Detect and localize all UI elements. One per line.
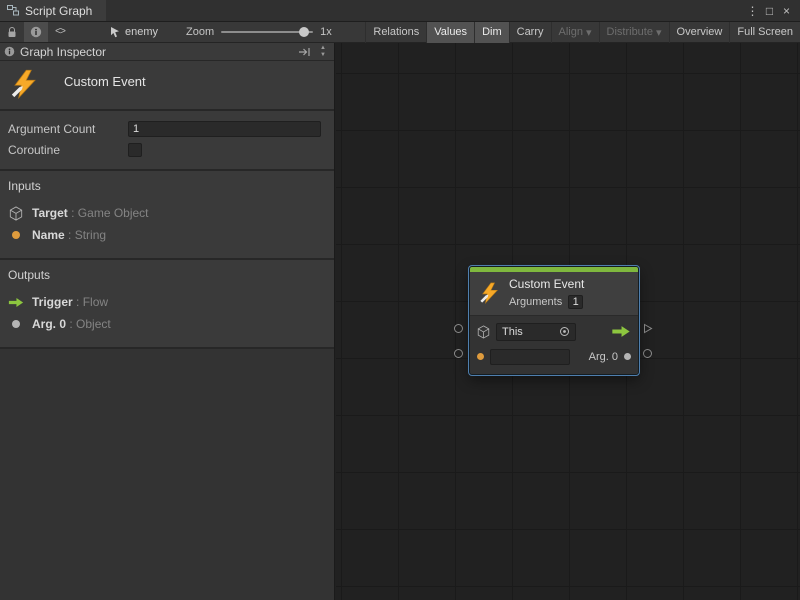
zoom-slider[interactable]	[221, 31, 313, 33]
arguments-label: Arguments	[509, 296, 562, 308]
node-header[interactable]: Custom Event Arguments 1	[470, 272, 638, 315]
graph-inspector-panel: Graph Inspector ▲ ▼ Custom Event Argumen…	[0, 43, 335, 600]
argument-count-input[interactable]	[128, 121, 321, 137]
flow-arrow-icon	[611, 325, 631, 338]
overview-button[interactable]: Overview	[669, 22, 730, 43]
target-dropdown-value: This	[502, 326, 559, 338]
port-name: Target	[32, 206, 68, 220]
align-dropdown[interactable]: Align▾	[551, 22, 599, 43]
info-icon	[4, 46, 15, 57]
graph-ref-label: enemy	[125, 26, 158, 38]
script-graph-icon	[7, 5, 19, 16]
outputs-section: Outputs Trigger : Flow Arg. 0 : Object	[0, 260, 334, 349]
scroll-spinner: ▲ ▼	[316, 45, 330, 59]
port-name: Trigger	[32, 295, 73, 309]
object-port-icon	[624, 353, 631, 360]
port-type: : Game Object	[71, 206, 148, 220]
node-row-target: This	[477, 322, 631, 341]
lock-icon[interactable]	[0, 22, 24, 42]
graph-reference[interactable]: enemy	[102, 26, 166, 38]
zoom-slider-knob[interactable]	[299, 27, 309, 37]
port-name: Arg. 0	[32, 317, 66, 331]
inputs-header: Inputs	[8, 179, 326, 193]
toolbar: <> enemy Zoom 1x Relations Values Dim Ca…	[0, 22, 800, 43]
unit-title-section: Custom Event	[0, 61, 334, 111]
argument-count-row: Argument Count	[8, 118, 321, 139]
arguments-count-field[interactable]: 1	[568, 295, 583, 309]
relations-button[interactable]: Relations	[365, 22, 426, 43]
distribute-dropdown[interactable]: Distribute▾	[599, 22, 669, 43]
scroll-up-icon[interactable]: ▲	[320, 45, 326, 52]
close-icon[interactable]: ×	[778, 2, 795, 19]
value-port-icon	[8, 231, 24, 239]
titlebar: Script Graph ⋮ □ ×	[0, 0, 800, 22]
input-row-name: Name : String	[8, 224, 326, 246]
cube-icon	[477, 325, 490, 339]
port-type: : Flow	[76, 295, 108, 309]
arg0-label: Arg. 0	[589, 351, 618, 363]
carry-button[interactable]: Carry	[509, 22, 551, 43]
values-button[interactable]: Values	[426, 22, 474, 43]
node-row-arg0: Arg. 0	[477, 347, 631, 366]
chevron-down-icon: ▾	[586, 26, 592, 39]
custom-event-node[interactable]: Custom Event Arguments 1 This	[469, 266, 639, 375]
scroll-down-icon[interactable]: ▼	[320, 52, 326, 59]
outputs-header: Outputs	[8, 268, 326, 282]
target-dropdown[interactable]: This	[496, 323, 576, 341]
inspector-title: Graph Inspector	[20, 45, 106, 59]
port-name: Name	[32, 228, 65, 242]
inspector-header: Graph Inspector ▲ ▼	[0, 43, 334, 61]
coroutine-checkbox[interactable]	[128, 143, 142, 157]
output-row-arg0: Arg. 0 : Object	[8, 313, 326, 335]
pointer-icon	[110, 27, 120, 38]
arg0-output-port[interactable]	[643, 349, 652, 358]
object-port-icon	[8, 320, 24, 328]
coroutine-label: Coroutine	[8, 143, 128, 157]
toolbar-buttons: Relations Values Dim Carry Align▾ Distri…	[365, 22, 800, 43]
cube-icon	[8, 206, 24, 221]
coroutine-row: Coroutine	[8, 139, 321, 160]
node-arguments: Arguments 1	[509, 295, 584, 309]
inspector-toggle-info-icon[interactable]	[24, 22, 48, 42]
tab-script-graph[interactable]: Script Graph	[0, 0, 106, 21]
zoom-control: Zoom 1x	[186, 26, 332, 38]
custom-event-icon	[479, 282, 501, 304]
custom-event-icon	[10, 69, 40, 99]
unit-title: Custom Event	[64, 74, 146, 89]
name-value-input[interactable]	[490, 349, 570, 365]
graph-canvas[interactable]: Custom Event Arguments 1 This	[336, 43, 800, 600]
node-body: This Arg. 0	[470, 315, 638, 374]
flow-arrow-icon	[8, 297, 24, 308]
input-row-target: Target : Game Object	[8, 202, 326, 224]
code-icon[interactable]: <>	[48, 22, 72, 42]
port-type: : Object	[69, 317, 110, 331]
argument-count-label: Argument Count	[8, 122, 128, 136]
unity-script-graph-window: { "window": { "tab_title": "Script Graph…	[0, 0, 800, 600]
dim-button[interactable]: Dim	[474, 22, 509, 43]
tab-title: Script Graph	[25, 4, 92, 18]
zoom-value: 1x	[320, 26, 332, 38]
dock-icon[interactable]	[298, 47, 311, 57]
zoom-label: Zoom	[186, 26, 214, 38]
name-input-port[interactable]	[454, 349, 463, 358]
target-input-port[interactable]	[454, 324, 463, 333]
menu-icon[interactable]: ⋮	[744, 2, 761, 19]
value-port-icon	[477, 353, 484, 360]
chevron-down-icon: ▾	[656, 26, 662, 39]
inputs-section: Inputs Target : Game Object Name : Strin…	[0, 171, 334, 260]
full-screen-button[interactable]: Full Screen	[729, 22, 800, 43]
window-controls: ⋮ □ ×	[744, 0, 800, 21]
trigger-output-port[interactable]	[643, 323, 653, 334]
maximize-icon[interactable]: □	[761, 2, 778, 19]
unit-fields-section: Argument Count Coroutine	[0, 111, 334, 171]
output-row-trigger: Trigger : Flow	[8, 291, 326, 313]
port-type: : String	[68, 228, 106, 242]
target-picker-icon[interactable]	[559, 326, 570, 337]
node-title: Custom Event	[509, 277, 584, 291]
